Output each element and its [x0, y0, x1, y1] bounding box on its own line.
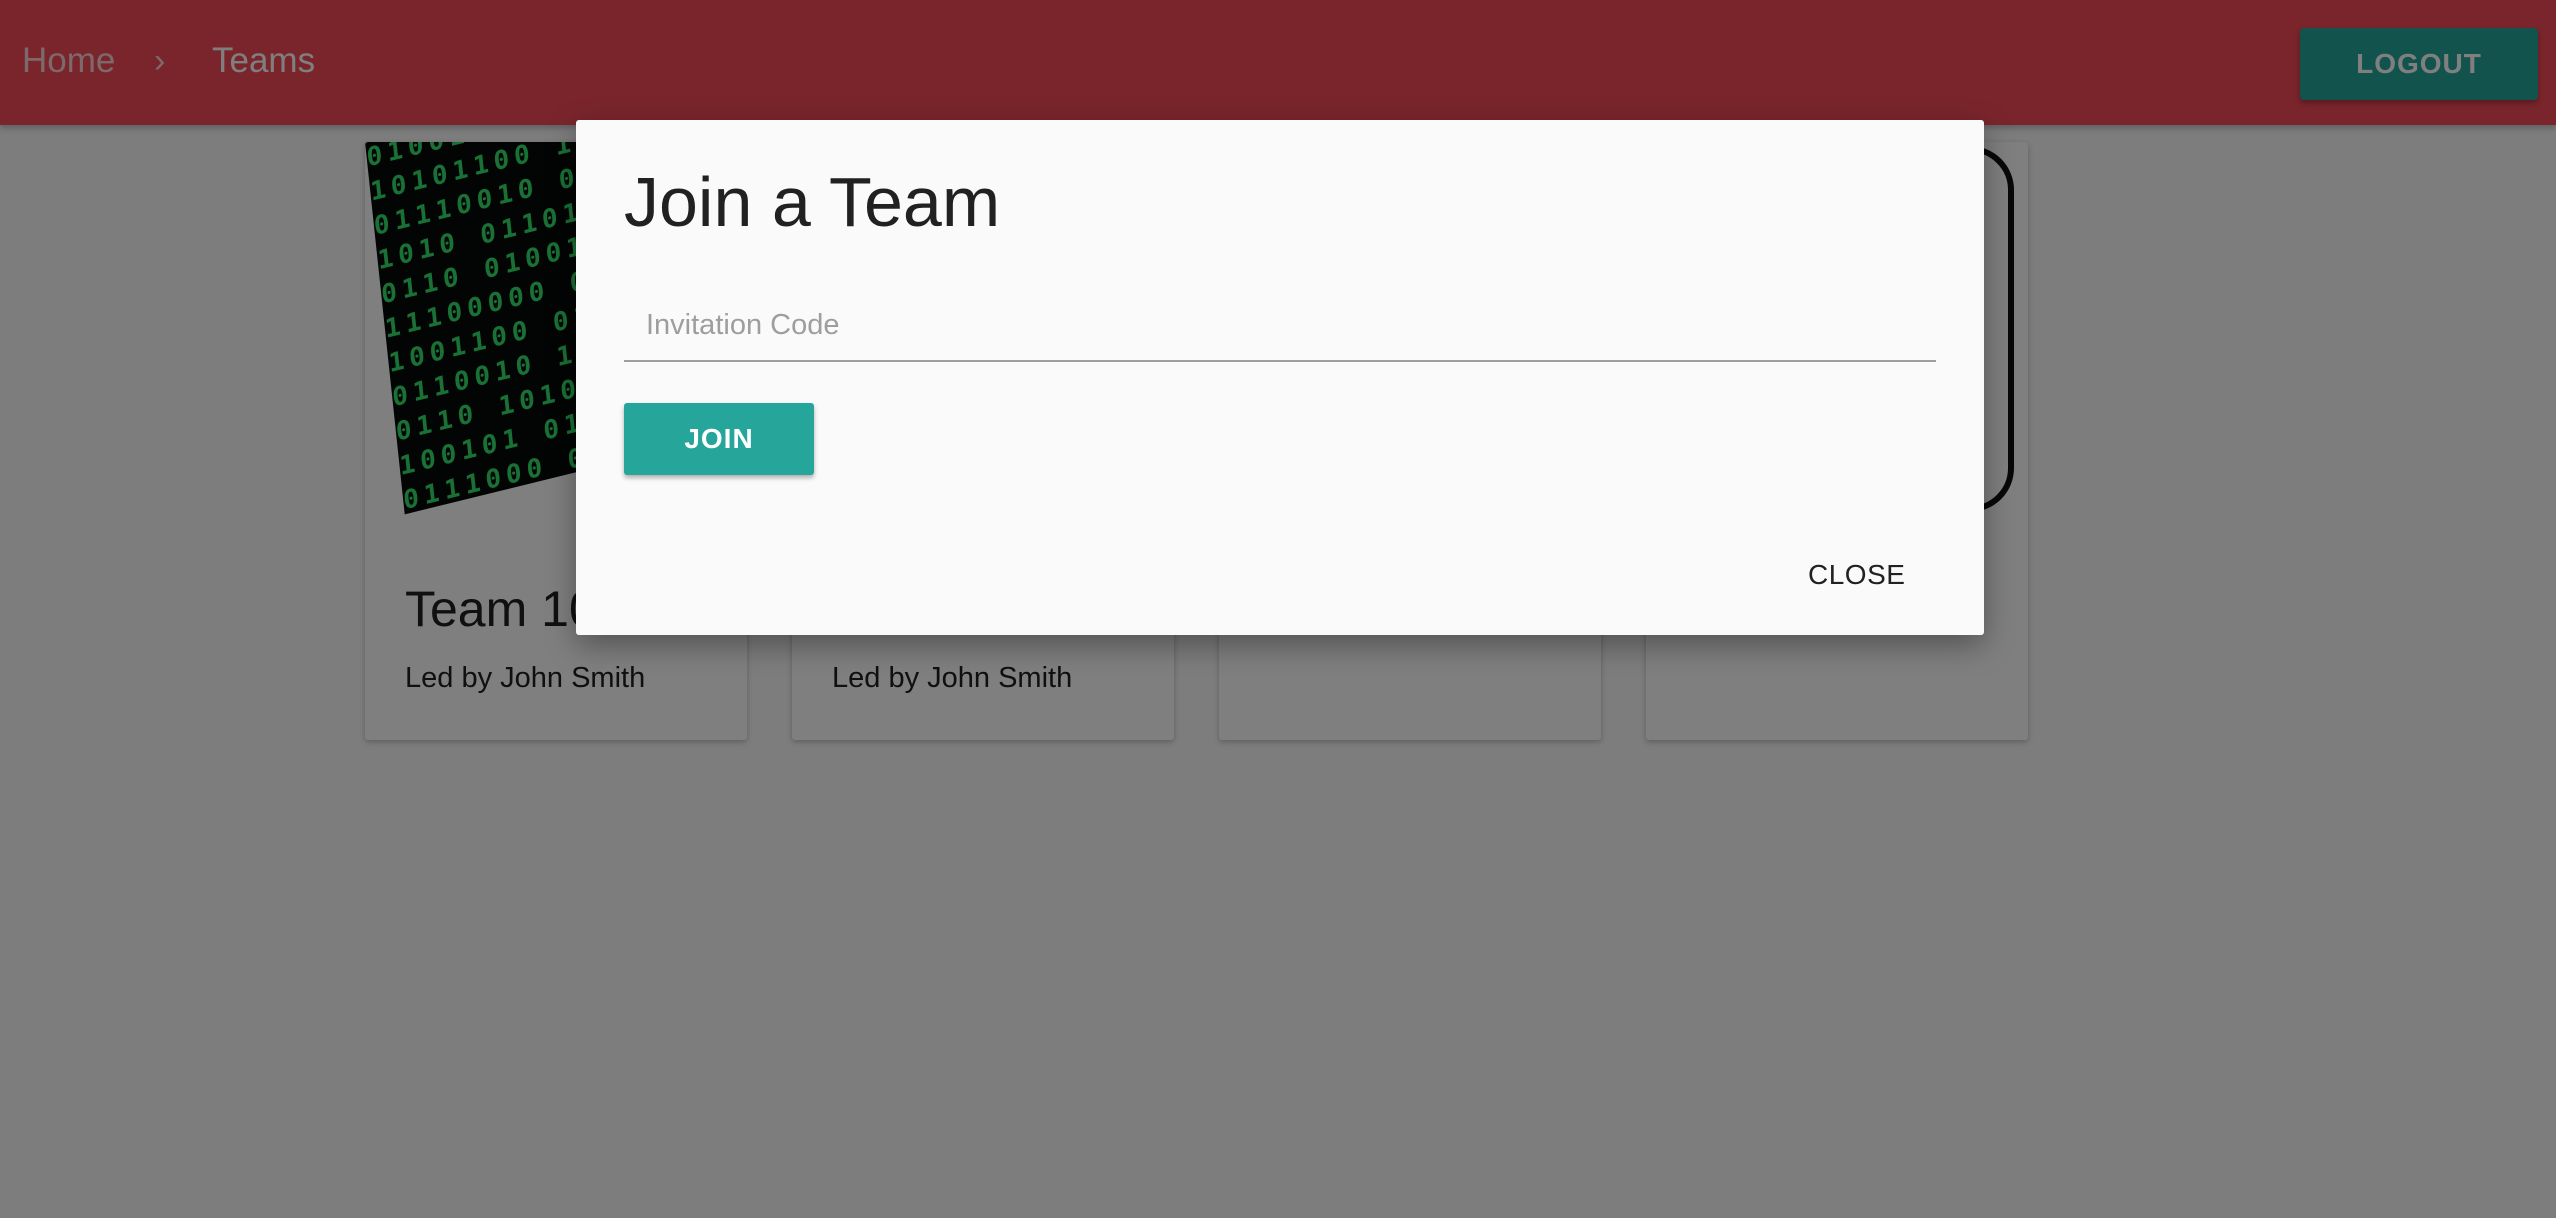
join-button[interactable]: JOIN	[624, 403, 814, 475]
close-button[interactable]: CLOSE	[1796, 550, 1917, 600]
join-team-dialog: Join a Team JOIN CLOSE	[576, 120, 1984, 635]
dialog-title: Join a Team	[624, 163, 1001, 241]
invitation-code-input[interactable]	[624, 290, 1936, 362]
